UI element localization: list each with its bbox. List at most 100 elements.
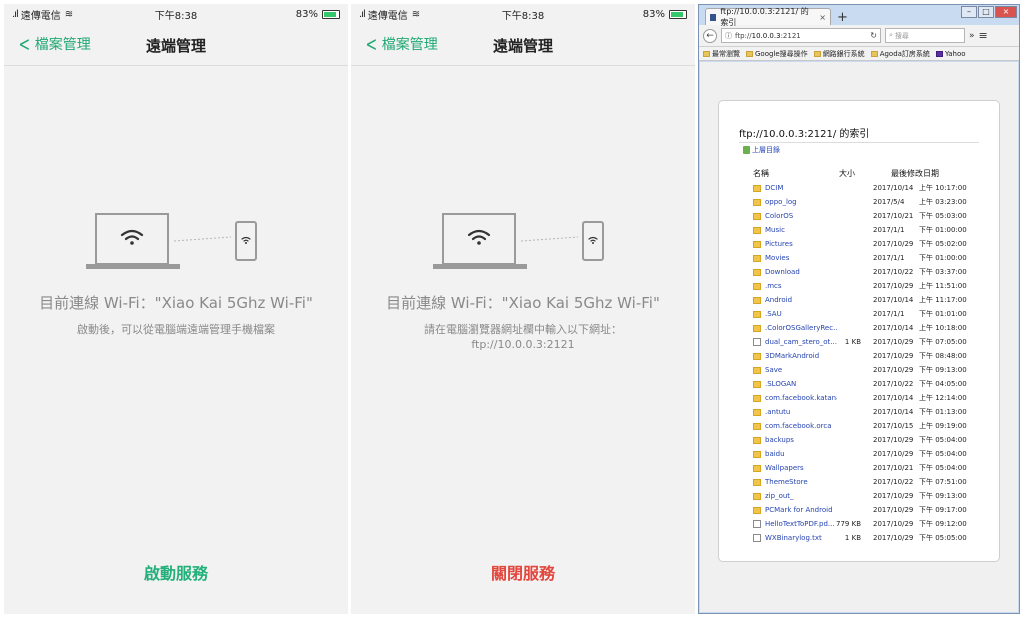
file-name-link[interactable]: ThemeStore — [765, 478, 837, 486]
file-date: 2017/1/1 — [873, 310, 905, 318]
bookmark-label: 網路銀行系統 — [822, 49, 865, 58]
file-list-row: Wallpapers 2017/10/21 下午 05:04:00 — [753, 461, 993, 475]
page-title: 遠端管理 — [145, 37, 206, 55]
file-time: 下午 05:04:00 — [919, 464, 967, 472]
file-time: 上午 11:17:00 — [919, 296, 967, 304]
file-list-row: com.facebook.katana 2017/10/14 上午 12:14:00 — [753, 391, 993, 405]
address-bar[interactable]: ⓘ ftp://10.0.0.3:2121 ↻ — [721, 28, 881, 43]
file-name-link[interactable]: zip_out_ — [765, 492, 837, 500]
bookmark-item[interactable]: Google搜尋操作 — [746, 49, 808, 59]
search-box[interactable]: ⌕ 搜尋 — [885, 28, 965, 43]
file-list-row: .SAU 2017/1/1 下午 01:01:00 — [753, 307, 993, 321]
index-title: ftp://10.0.0.3:2121/ 的索引 — [739, 125, 979, 143]
file-time: 上午 03:23:00 — [919, 198, 967, 206]
file-time: 下午 08:48:00 — [919, 352, 967, 360]
file-date: 2017/10/29 — [873, 450, 914, 458]
stop-service-button[interactable]: 關閉服務 — [351, 560, 695, 584]
file-name-link[interactable]: WXBinarylog.txt — [765, 534, 837, 542]
file-list-row: dual_cam_stero_ot... 1 KB 2017/10/29 下午 07:… — [753, 335, 993, 349]
file-name-link[interactable]: .mcs — [765, 282, 837, 290]
new-tab-button[interactable]: + — [837, 10, 848, 25]
file-time: 上午 10:18:00 — [919, 324, 967, 332]
file-name-link[interactable]: Wallpapers — [765, 464, 837, 472]
file-name-link[interactable]: .SAU — [765, 310, 837, 318]
bookmark-item[interactable]: 網路銀行系統 — [813, 49, 865, 59]
folder-icon — [753, 366, 761, 374]
file-name-link[interactable]: dual_cam_stero_ot... — [765, 338, 837, 346]
file-time: 下午 01:00:00 — [919, 226, 967, 234]
ftp-index-page: ftp://10.0.0.3:2121/ 的索引 上層目錄 名稱 大小 最後修改… — [718, 100, 1000, 562]
file-name-link[interactable]: backups — [765, 436, 837, 444]
bookmark-item[interactable]: 最常瀏覽 — [703, 49, 740, 59]
parent-directory-label: 上層目錄 — [752, 146, 780, 154]
battery-icon — [322, 9, 340, 19]
phone-screen-start: .ıl 遠傳電信 ≋ 下午8:38 83% < 檔案管理 遠端管理 目前連線 W… — [4, 4, 348, 614]
file-list-row: baidu 2017/10/29 下午 05:04:00 — [753, 447, 993, 461]
hamburger-menu-icon[interactable]: ≡ — [979, 29, 988, 42]
parent-directory-link[interactable]: 上層目錄 — [743, 145, 780, 155]
file-name-link[interactable]: com.facebook.katana — [765, 394, 837, 402]
file-name-link[interactable]: Movies — [765, 254, 837, 262]
file-date: 2017/10/29 — [873, 282, 914, 290]
bookmark-item[interactable]: Agoda訂房系統 — [870, 49, 930, 59]
file-time: 下午 05:02:00 — [919, 240, 967, 248]
file-list-row: zip_out_ 2017/10/29 下午 09:13:00 — [753, 489, 993, 503]
file-name-link[interactable]: Music — [765, 226, 837, 234]
folder-icon — [753, 408, 761, 416]
browser-tab[interactable]: ftp://10.0.0.3:2121/ 的索引 × — [705, 7, 831, 27]
file-name-link[interactable]: Android — [765, 296, 837, 304]
folder-icon — [753, 226, 761, 234]
file-list: DCIM 2017/10/14 上午 10:17:00 oppo_log 2017/5/… — [753, 181, 993, 545]
file-name-link[interactable]: baidu — [765, 450, 837, 458]
file-date: 2017/10/21 — [873, 212, 914, 220]
navigation-toolbar: ← ⓘ ftp://10.0.0.3:2121 ↻ ⌕ 搜尋 » ≡ — [699, 25, 1019, 47]
file-time: 下午 01:01:00 — [919, 310, 967, 318]
file-size: 779 KB — [836, 520, 861, 528]
file-time: 上午 12:14:00 — [919, 394, 967, 402]
file-name-link[interactable]: oppo_log — [765, 198, 837, 206]
overflow-chevron-icon[interactable]: » — [969, 31, 975, 41]
file-name-link[interactable]: ColorOS — [765, 212, 837, 220]
file-time: 下午 01:00:00 — [919, 254, 967, 262]
start-service-button[interactable]: 啟動服務 — [4, 560, 348, 584]
maximize-button[interactable]: □ — [978, 6, 994, 18]
file-list-row: .antutu 2017/10/14 下午 01:13:00 — [753, 405, 993, 419]
file-name-link[interactable]: .SLOGAN — [765, 380, 837, 388]
bookmark-label: Google搜尋操作 — [755, 49, 808, 58]
close-tab-icon[interactable]: × — [819, 13, 826, 22]
file-date: 2017/10/29 — [873, 492, 914, 500]
file-icon — [753, 534, 761, 542]
instruction-text: 啟動後，可以從電腦端遠端管理手機檔案 — [4, 322, 348, 337]
instruction-line-1: 請在電腦瀏覽器網址欄中輸入以下網址： — [424, 323, 622, 336]
file-name-link[interactable]: DCIM — [765, 184, 837, 192]
folder-icon — [746, 50, 753, 57]
folder-icon — [753, 380, 761, 388]
laptop-phone-illustration — [86, 213, 257, 269]
file-name-link[interactable]: 3DMarkAndroid — [765, 352, 837, 360]
file-name-link[interactable]: com.facebook.orca — [765, 422, 837, 430]
file-name-link[interactable]: Pictures — [765, 240, 837, 248]
file-name-link[interactable]: .ColorOSGalleryRec... — [765, 324, 837, 332]
file-date: 2017/10/29 — [873, 436, 914, 444]
folder-icon — [753, 282, 761, 290]
file-name-link[interactable]: .antutu — [765, 408, 837, 416]
reload-icon[interactable]: ↻ — [870, 31, 877, 40]
file-list-row: .SLOGAN 2017/10/22 下午 04:05:00 — [753, 377, 993, 391]
battery-percent: 83% — [642, 8, 665, 20]
close-window-button[interactable]: × — [995, 6, 1017, 18]
back-arrow-icon[interactable]: ← — [703, 28, 717, 43]
file-size: 1 KB — [844, 534, 861, 542]
file-time: 下午 01:13:00 — [919, 408, 967, 416]
file-name-link[interactable]: HelloTextToPDF.pd... — [765, 520, 837, 528]
minimize-button[interactable]: – — [961, 6, 977, 18]
page-title: 遠端管理 — [492, 37, 553, 55]
file-time: 下午 09:12:00 — [919, 520, 967, 528]
file-name-link[interactable]: Download — [765, 268, 837, 276]
bookmark-item[interactable]: Yahoo — [935, 50, 966, 58]
page-icon — [710, 13, 717, 21]
file-date: 2017/10/14 — [873, 394, 914, 402]
file-name-link[interactable]: PCMark for Android — [765, 506, 837, 514]
folder-icon — [753, 296, 761, 304]
file-name-link[interactable]: Save — [765, 366, 837, 374]
folder-icon — [753, 240, 761, 248]
